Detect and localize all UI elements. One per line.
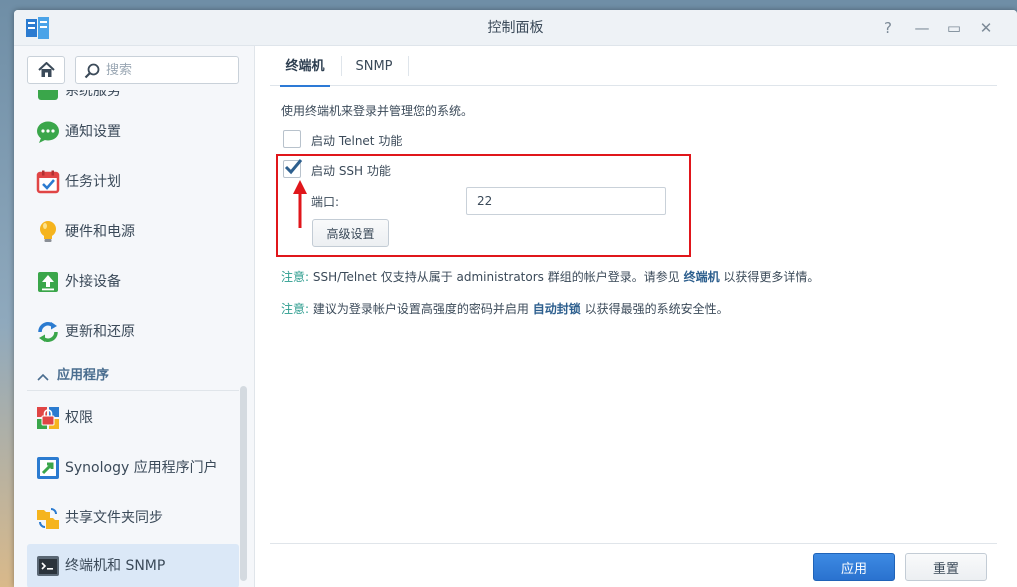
- sidebar-item-label: 通知设置: [65, 124, 121, 140]
- minimize-icon[interactable]: —: [912, 18, 932, 38]
- auto-block-link[interactable]: 自动封锁: [533, 302, 581, 316]
- red-arrow-annotation: [293, 180, 307, 228]
- tab-snmp[interactable]: SNMP: [350, 46, 398, 86]
- note-password: 注意: 建议为登录帐户设置高强度的密码并启用 自动封锁 以获得最强的系统安全性。: [281, 300, 729, 317]
- search-input[interactable]: [106, 59, 234, 81]
- port-label: 端口:: [311, 195, 340, 209]
- home-button[interactable]: [27, 56, 65, 84]
- tab-separator: [408, 56, 409, 76]
- terminal-help-link[interactable]: 终端机: [684, 270, 720, 284]
- folder-sync-icon: [37, 508, 59, 529]
- note-text: SSH/Telnet 仅支持从属于 administrators 群组的帐户登录…: [312, 270, 680, 284]
- sidebar-item-label: 外接设备: [65, 274, 121, 290]
- home-icon: [38, 62, 55, 77]
- update-icon: [38, 322, 58, 342]
- services-icon: [38, 90, 58, 100]
- calendar-icon: [36, 170, 60, 194]
- sidebar-item-label: 任务计划: [65, 174, 121, 190]
- window-title: 控制面板: [487, 20, 544, 36]
- terminal-description: 使用终端机来登录并管理您的系统。: [281, 104, 474, 118]
- sidebar-item-shared-folder-sync[interactable]: 共享文件夹同步: [27, 496, 239, 540]
- advanced-settings-button[interactable]: 高级设置: [312, 219, 389, 247]
- sidebar-item-external-devices[interactable]: 外接设备: [27, 260, 239, 304]
- external-device-icon: [38, 272, 58, 292]
- note-ssh-telnet: 注意: SSH/Telnet 仅支持从属于 administrators 群组的…: [281, 268, 819, 285]
- chevron-up-icon: [37, 373, 49, 381]
- sidebar-item-privileges[interactable]: 权限: [27, 396, 239, 440]
- sidebar-item-task-scheduler[interactable]: 任务计划: [27, 160, 239, 204]
- sidebar-nav[interactable]: 系统服务 通知设置 任务计划 硬件和电源 外接设备 更新和还原 应用程序 权限 …: [14, 46, 240, 587]
- tab-terminal[interactable]: 终端机: [280, 46, 330, 87]
- sidebar-item-label: 权限: [65, 410, 93, 426]
- tab-separator: [341, 56, 342, 76]
- main-panel: 终端机 SNMP 使用终端机来登录并管理您的系统。 启动 Telnet 功能 启…: [256, 46, 1017, 587]
- note-text: 以获得更多详情。: [723, 270, 820, 284]
- reset-button[interactable]: 重置: [905, 553, 987, 581]
- sidebar-item-hardware-power[interactable]: 硬件和电源: [27, 210, 239, 254]
- note-text: 建议为登录帐户设置高强度的密码并启用: [312, 302, 529, 316]
- lightbulb-icon: [40, 221, 56, 242]
- sidebar-item-system-services[interactable]: 系统服务: [27, 90, 239, 102]
- note-prefix: 注意:: [281, 302, 310, 316]
- sidebar-item-label: 共享文件夹同步: [65, 510, 163, 526]
- sidebar-item-label: 硬件和电源: [65, 224, 135, 240]
- ssh-label: 启动 SSH 功能: [311, 164, 391, 178]
- note-text: 以获得最强的系统安全性。: [584, 302, 729, 316]
- control-panel-window: 控制面板 ? — ▭ ✕ 系统服务 通知设置 任务计划 硬件和电源 外接设备 更…: [14, 10, 1017, 587]
- section-label: 应用程序: [57, 368, 110, 383]
- ssh-checkbox[interactable]: [283, 159, 303, 178]
- sidebar-item-notifications[interactable]: 通知设置: [27, 110, 239, 154]
- app-portal-icon: [37, 457, 59, 479]
- help-icon[interactable]: ?: [878, 18, 898, 38]
- sidebar-item-update-restore[interactable]: 更新和还原: [27, 310, 239, 354]
- sidebar: 系统服务 通知设置 任务计划 硬件和电源 外接设备 更新和还原 应用程序 权限 …: [14, 46, 255, 587]
- close-icon[interactable]: ✕: [976, 18, 996, 38]
- sidebar-item-label: 更新和还原: [65, 324, 135, 340]
- footer-divider: [270, 543, 997, 544]
- note-prefix: 注意:: [281, 270, 310, 284]
- telnet-checkbox[interactable]: [283, 130, 301, 148]
- privileges-icon: [37, 407, 59, 429]
- search-icon: [84, 63, 100, 79]
- sidebar-item-label: Synology 应用程序门户: [65, 460, 218, 476]
- sidebar-item-app-portal[interactable]: Synology 应用程序门户: [27, 446, 239, 490]
- title-bar[interactable]: 控制面板 ? — ▭ ✕: [14, 10, 1017, 46]
- chat-bubble-icon: [37, 121, 59, 143]
- sidebar-item-label: 系统服务: [65, 90, 121, 99]
- port-input[interactable]: [466, 187, 666, 215]
- terminal-icon: [37, 556, 59, 576]
- section-header-applications[interactable]: 应用程序: [27, 361, 239, 391]
- maximize-icon[interactable]: ▭: [944, 18, 964, 38]
- sidebar-scrollbar[interactable]: [240, 386, 247, 581]
- apply-button[interactable]: 应用: [813, 553, 895, 581]
- sidebar-item-label: 终端机和 SNMP: [65, 558, 166, 574]
- search-box[interactable]: [75, 56, 239, 84]
- checkmark-icon: [284, 159, 303, 175]
- tab-bar: 终端机 SNMP: [270, 46, 997, 87]
- telnet-label: 启动 Telnet 功能: [311, 134, 403, 148]
- sidebar-item-terminal-snmp[interactable]: 终端机和 SNMP: [27, 544, 239, 587]
